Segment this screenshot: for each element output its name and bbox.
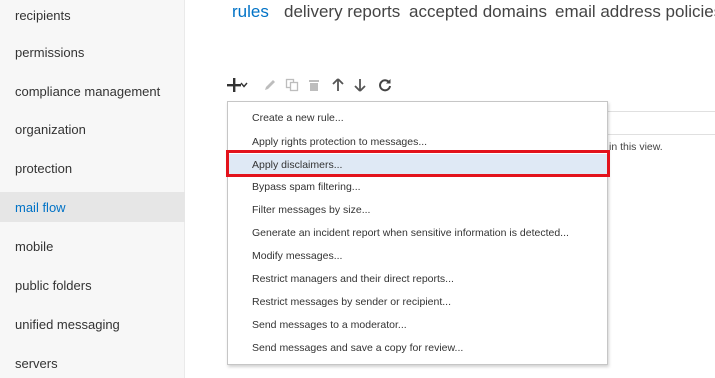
menu-item-restrict-messages-by-sender[interactable]: Restrict messages by sender or recipient… xyxy=(228,291,607,312)
menu-item-send-to-moderator[interactable]: Send messages to a moderator... xyxy=(228,314,607,335)
refresh-icon[interactable] xyxy=(375,74,395,96)
move-down-icon[interactable] xyxy=(350,74,370,96)
sidebar-item-public-folders[interactable]: public folders xyxy=(0,270,185,300)
toolbar xyxy=(224,74,404,96)
menu-item-filter-messages-by-size[interactable]: Filter messages by size... xyxy=(228,199,607,220)
delete-icon[interactable] xyxy=(304,74,324,96)
list-empty-message: in this view. xyxy=(609,141,663,153)
tab-delivery-reports[interactable]: delivery reports xyxy=(284,2,400,22)
sidebar-item-organization[interactable]: organization xyxy=(0,114,185,144)
sidebar: recipients permissions compliance manage… xyxy=(0,0,185,378)
sidebar-item-compliance-management[interactable]: compliance management xyxy=(0,76,185,106)
menu-item-send-and-save-copy[interactable]: Send messages and save a copy for review… xyxy=(228,337,607,358)
menu-item-bypass-spam-filtering[interactable]: Bypass spam filtering... xyxy=(228,176,607,197)
sidebar-item-servers[interactable]: servers xyxy=(0,348,185,378)
list-divider xyxy=(607,134,715,135)
sidebar-item-mobile[interactable]: mobile xyxy=(0,231,185,261)
edit-icon[interactable] xyxy=(260,74,280,96)
menu-item-restrict-managers[interactable]: Restrict managers and their direct repor… xyxy=(228,268,607,289)
sidebar-item-mail-flow[interactable]: mail flow xyxy=(0,192,185,222)
menu-item-modify-messages[interactable]: Modify messages... xyxy=(228,245,607,266)
list-header-divider xyxy=(607,111,715,112)
tab-rules[interactable]: rules xyxy=(232,2,269,22)
chevron-down-icon[interactable] xyxy=(239,74,249,96)
menu-item-create-new-rule[interactable]: Create a new rule... xyxy=(228,107,607,128)
move-up-icon[interactable] xyxy=(328,74,348,96)
sidebar-item-unified-messaging[interactable]: unified messaging xyxy=(0,309,185,339)
menu-item-apply-disclaimers[interactable]: Apply disclaimers... xyxy=(228,154,607,175)
tab-email-address-policies[interactable]: email address policies xyxy=(555,2,715,22)
menu-item-apply-rights-protection[interactable]: Apply rights protection to messages... xyxy=(228,131,607,152)
sidebar-item-permissions[interactable]: permissions xyxy=(0,37,185,67)
new-rule-dropdown-menu: Create a new rule... Apply rights protec… xyxy=(227,101,608,365)
menu-item-generate-incident-report[interactable]: Generate an incident report when sensiti… xyxy=(228,222,607,243)
sidebar-item-protection[interactable]: protection xyxy=(0,153,185,183)
copy-icon[interactable] xyxy=(282,74,302,96)
sidebar-item-recipients[interactable]: recipients xyxy=(0,0,185,30)
tab-accepted-domains[interactable]: accepted domains xyxy=(409,2,547,22)
